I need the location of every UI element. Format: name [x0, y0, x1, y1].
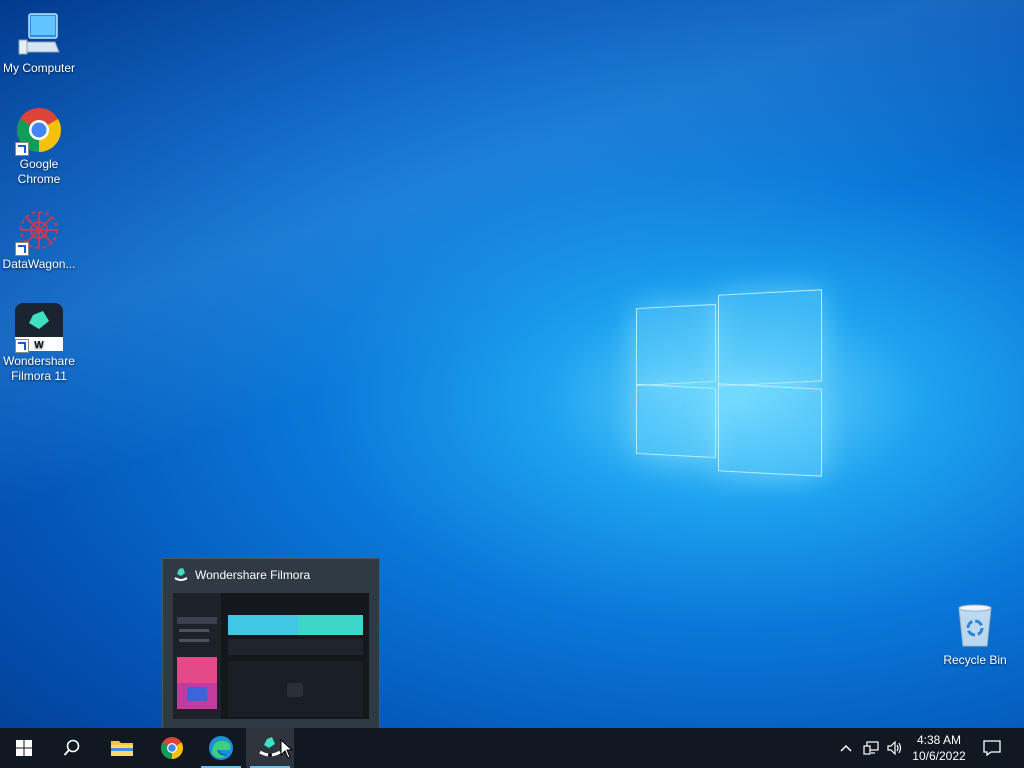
clock-date: 10/6/2022 [912, 749, 966, 763]
start-button[interactable] [0, 728, 48, 768]
desktop-icon-label: DataWagon... [2, 257, 76, 271]
search-button[interactable] [48, 728, 96, 768]
system-clock[interactable]: 4:38 AM 10/6/2022 [908, 732, 970, 764]
search-icon [63, 739, 80, 756]
volume-button[interactable] [884, 728, 906, 768]
shortcut-arrow-icon [15, 142, 29, 156]
datawagon-icon [15, 206, 63, 256]
mouse-cursor-icon [280, 739, 293, 759]
desktop-icon-datawagon[interactable]: DataWagon... [0, 206, 78, 272]
notification-icon [983, 740, 1001, 756]
filmora-icon [259, 737, 281, 757]
desktop-icon-recycle-bin[interactable]: Recycle Bin [936, 602, 1014, 668]
network-icon [863, 741, 879, 755]
desktop-icon-label: Wondershare [3, 354, 75, 368]
filmora-app-icon: W [15, 303, 63, 353]
desktop-icon-label: Chrome [17, 172, 61, 186]
shortcut-arrow-icon [15, 339, 29, 353]
chevron-up-icon [840, 744, 852, 752]
preview-title: Wondershare Filmora [195, 568, 311, 582]
start-icon [16, 740, 32, 756]
desktop-icon-label: Google [19, 157, 59, 171]
taskbar-thumbnail-preview[interactable]: Wondershare Filmora [162, 558, 380, 730]
desktop-icon-label: Recycle Bin [943, 653, 1007, 667]
shortcut-arrow-icon [15, 242, 29, 256]
show-hidden-icons-button[interactable] [836, 728, 856, 768]
action-center-button[interactable] [978, 728, 1006, 768]
network-button[interactable] [860, 728, 882, 768]
desktop-icon-label: Filmora 11 [11, 369, 67, 383]
desktop-icon-google-chrome[interactable]: Google Chrome [0, 106, 78, 187]
chrome-taskbar-button[interactable] [148, 728, 196, 768]
edge-taskbar-button[interactable] [197, 728, 245, 768]
edge-icon [209, 736, 233, 760]
file-explorer-button[interactable] [98, 728, 146, 768]
desktop-icon-wondershare-filmora[interactable]: W Wondershare Filmora 11 [0, 303, 78, 384]
file-explorer-icon [111, 741, 133, 756]
chrome-icon [15, 106, 63, 156]
chrome-icon [161, 737, 183, 759]
filmora-window-thumbnail[interactable] [173, 593, 369, 719]
filmora-icon [173, 567, 189, 588]
windows-wallpaper-logo [636, 289, 822, 480]
taskbar: 4:38 AM 10/6/2022 [0, 728, 1024, 768]
computer-icon [15, 10, 63, 58]
wallpaper-beam [0, 0, 1024, 768]
desktop-icon-label: My Computer [2, 61, 76, 75]
recycle-bin-icon [951, 602, 999, 650]
clock-time: 4:38 AM [916, 733, 962, 747]
svg-text:W: W [34, 340, 44, 351]
desktop-icon-my-computer[interactable]: My Computer [0, 10, 78, 76]
volume-icon [887, 741, 902, 755]
